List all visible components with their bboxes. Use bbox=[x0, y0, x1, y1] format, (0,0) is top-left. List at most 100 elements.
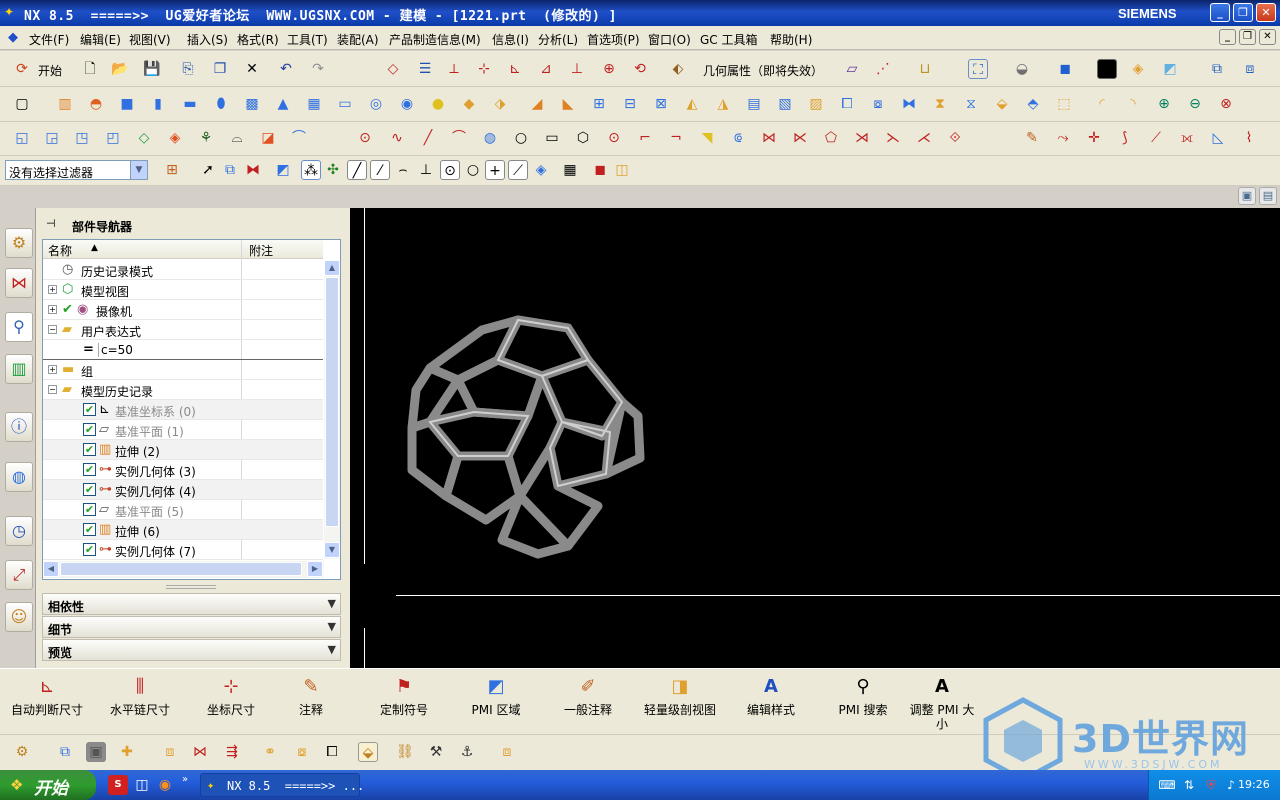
menu-view[interactable]: 视图(V) bbox=[129, 31, 171, 48]
geometry-property-icon[interactable]: ⬖ bbox=[668, 59, 688, 79]
intersect-icon[interactable]: ⊠ bbox=[651, 94, 671, 114]
draft-icon[interactable]: ▧ bbox=[775, 94, 795, 114]
emboss-icon[interactable]: ◆ bbox=[459, 94, 479, 114]
reuse-library-tab-icon[interactable]: ▥ bbox=[5, 354, 33, 384]
curve-pattern-icon[interactable]: ⌇ bbox=[1239, 128, 1259, 148]
tree-row-expression[interactable]: = c=50 bbox=[43, 340, 323, 360]
snap-midpoint-icon[interactable]: ⁄ bbox=[370, 160, 390, 180]
link-icon[interactable]: ⛓ bbox=[395, 742, 415, 762]
cylinder-tool-icon[interactable]: ▮ bbox=[148, 94, 168, 114]
part-navigator-tab-icon[interactable]: ⚲ bbox=[5, 312, 33, 342]
csys-icon[interactable]: ⊹ bbox=[474, 59, 494, 79]
menu-help[interactable]: 帮助(H) bbox=[770, 31, 812, 48]
point-curve-icon[interactable]: ⊙ bbox=[355, 128, 375, 148]
tree-row-feature[interactable]: ✔ ⊶ 实例几何体 (7) bbox=[43, 540, 323, 560]
tree-row-feature[interactable]: ✔ ▥ 拉伸 (2) bbox=[43, 440, 323, 460]
chevron-down-icon[interactable]: ▼ bbox=[130, 161, 147, 179]
polygon-icon[interactable]: ⬡ bbox=[573, 128, 593, 148]
studio-surface-icon[interactable]: ◈ bbox=[165, 128, 185, 148]
smooth-spline-icon[interactable]: ⟗ bbox=[1177, 128, 1197, 148]
security-icon[interactable]: ⛨ bbox=[1201, 775, 1221, 795]
vertical-scroll-thumb[interactable] bbox=[325, 277, 339, 527]
tree-row-camera[interactable]: + ✔ ◉ 摄像机 bbox=[43, 300, 323, 320]
minimize-button[interactable]: _ bbox=[1210, 3, 1230, 22]
swoop-icon[interactable]: ⌓ bbox=[227, 128, 247, 148]
thicken-icon[interactable]: ⬚ bbox=[1054, 94, 1074, 114]
offset-curve-icon[interactable]: ⟃ bbox=[728, 128, 748, 148]
menu-preferences[interactable]: 首选项(P) bbox=[587, 31, 640, 48]
pocket-icon[interactable]: ▩ bbox=[242, 94, 262, 114]
assembly-icon[interactable]: ⚙ bbox=[12, 742, 32, 762]
rib-icon[interactable]: ⧖ bbox=[961, 94, 981, 114]
bridge-curve-icon[interactable]: ⋊ bbox=[852, 128, 872, 148]
splitter-handle[interactable] bbox=[166, 585, 216, 589]
fillet-curve-icon[interactable]: ⌐ bbox=[635, 128, 655, 148]
assembly-load-icon[interactable]: ⧉ bbox=[1207, 59, 1227, 79]
snap-quadrant-icon[interactable]: ○ bbox=[463, 160, 483, 180]
join-curve-icon[interactable]: ⋋ bbox=[883, 128, 903, 148]
select-body-icon[interactable]: ◩ bbox=[273, 160, 293, 180]
tree-row-feature[interactable]: ✔ ▱ 基准平面 (5) bbox=[43, 500, 323, 520]
copy-icon[interactable]: ⎘ bbox=[178, 59, 198, 79]
through-curves-icon[interactable]: ◝ bbox=[1123, 94, 1143, 114]
pmi-general-note[interactable]: ✐ 一般注释 bbox=[558, 669, 618, 733]
pattern-icon[interactable]: ⧇ bbox=[868, 94, 888, 114]
section-curve-icon[interactable]: ⬠ bbox=[821, 128, 841, 148]
sew-icon[interactable]: ⬙ bbox=[992, 94, 1012, 114]
snap-on-face-icon[interactable]: ◈ bbox=[531, 160, 551, 180]
snap-center-icon[interactable]: ⊙ bbox=[440, 160, 460, 180]
scroll-left-icon[interactable]: ◀ bbox=[43, 561, 59, 577]
panel-pin-icon[interactable]: ▣ bbox=[1238, 187, 1256, 205]
hd3d-tools-tab-icon[interactable]: ⓘ bbox=[5, 412, 33, 442]
paste-icon[interactable]: ❐ bbox=[210, 59, 230, 79]
hole-icon[interactable]: ⧗ bbox=[930, 94, 950, 114]
point-icon[interactable]: ⊾ bbox=[505, 59, 525, 79]
horizontal-scrollbar[interactable]: ◀ ▶ bbox=[43, 561, 324, 578]
menu-format[interactable]: 格式(R) bbox=[237, 31, 279, 48]
expand-icon[interactable]: + bbox=[48, 285, 57, 294]
slot-icon[interactable]: ▭ bbox=[335, 94, 355, 114]
material-icon[interactable]: ◈ bbox=[1128, 59, 1148, 79]
select-intent-icon[interactable]: ⧓ bbox=[243, 160, 263, 180]
redo-icon[interactable]: ↷ bbox=[308, 59, 328, 79]
clearance-icon[interactable]: ⚒ bbox=[426, 742, 446, 762]
surface-a-icon[interactable]: ◱ bbox=[12, 128, 32, 148]
revolve-icon[interactable]: ◓ bbox=[86, 94, 106, 114]
constraint-navigator-tab-icon[interactable]: ⋈ bbox=[5, 268, 33, 298]
pmi-resize[interactable]: A 调整 PMI 大小 bbox=[906, 669, 978, 733]
history-tab-icon[interactable]: ◷ bbox=[5, 516, 33, 546]
pmi-region[interactable]: ◩ PMI 区域 bbox=[466, 669, 526, 733]
move-component-icon[interactable]: ⧈ bbox=[160, 742, 180, 762]
orient-wcs-icon[interactable]: ⊥ bbox=[567, 59, 587, 79]
boss-icon[interactable]: ▬ bbox=[180, 94, 200, 114]
snap-table-icon[interactable]: ▦ bbox=[560, 160, 580, 180]
menu-tools[interactable]: 工具(T) bbox=[287, 31, 328, 48]
expand-icon[interactable]: + bbox=[48, 305, 57, 314]
surface-b-icon[interactable]: ◲ bbox=[42, 128, 62, 148]
column-header-name[interactable]: 名称 bbox=[48, 242, 72, 259]
tree-row-model-views[interactable]: + ⬡ 模型视图 bbox=[43, 280, 323, 300]
pmi-note[interactable]: ✎ 注释 bbox=[286, 669, 336, 733]
sphere-icon[interactable]: ● bbox=[428, 94, 448, 114]
assembly-navigator-icon[interactable]: ⧈ bbox=[1240, 59, 1260, 79]
trim-corner-icon[interactable]: ⤳ bbox=[1053, 128, 1073, 148]
snap-point-icon[interactable]: ⁂ bbox=[301, 160, 321, 180]
datum-axis-icon[interactable]: ⟂ bbox=[444, 59, 464, 79]
arrangement-icon[interactable]: ⧈ bbox=[497, 742, 517, 762]
explode-icon[interactable]: ⇶ bbox=[222, 742, 242, 762]
menu-information[interactable]: 信息(I) bbox=[492, 31, 529, 48]
constraint-icon[interactable]: ⋈ bbox=[190, 742, 210, 762]
menu-window[interactable]: 窗口(O) bbox=[648, 31, 691, 48]
snap-endpoint-icon[interactable]: ╱ bbox=[347, 160, 367, 180]
section-dependencies[interactable]: 相依性 ▼ bbox=[42, 593, 341, 615]
fit-view-icon[interactable]: ⛶ bbox=[968, 59, 988, 79]
keyboard-icon[interactable]: ⌨ bbox=[1157, 775, 1177, 795]
pmi-horizontal-chain[interactable]: ⫼ 水平链尺寸 bbox=[104, 669, 176, 733]
edit-curve-param-icon[interactable]: ◺ bbox=[1208, 128, 1228, 148]
menu-gc-toolbox[interactable]: GC 工具箱 bbox=[700, 31, 758, 48]
scale-body-icon[interactable]: ⧠ bbox=[837, 94, 857, 114]
quicklaunch-desktop-icon[interactable]: ◫ bbox=[132, 775, 152, 795]
collapse-icon[interactable]: − bbox=[48, 385, 57, 394]
collapse-icon[interactable]: − bbox=[48, 325, 57, 334]
block-icon[interactable]: ■ bbox=[117, 94, 137, 114]
